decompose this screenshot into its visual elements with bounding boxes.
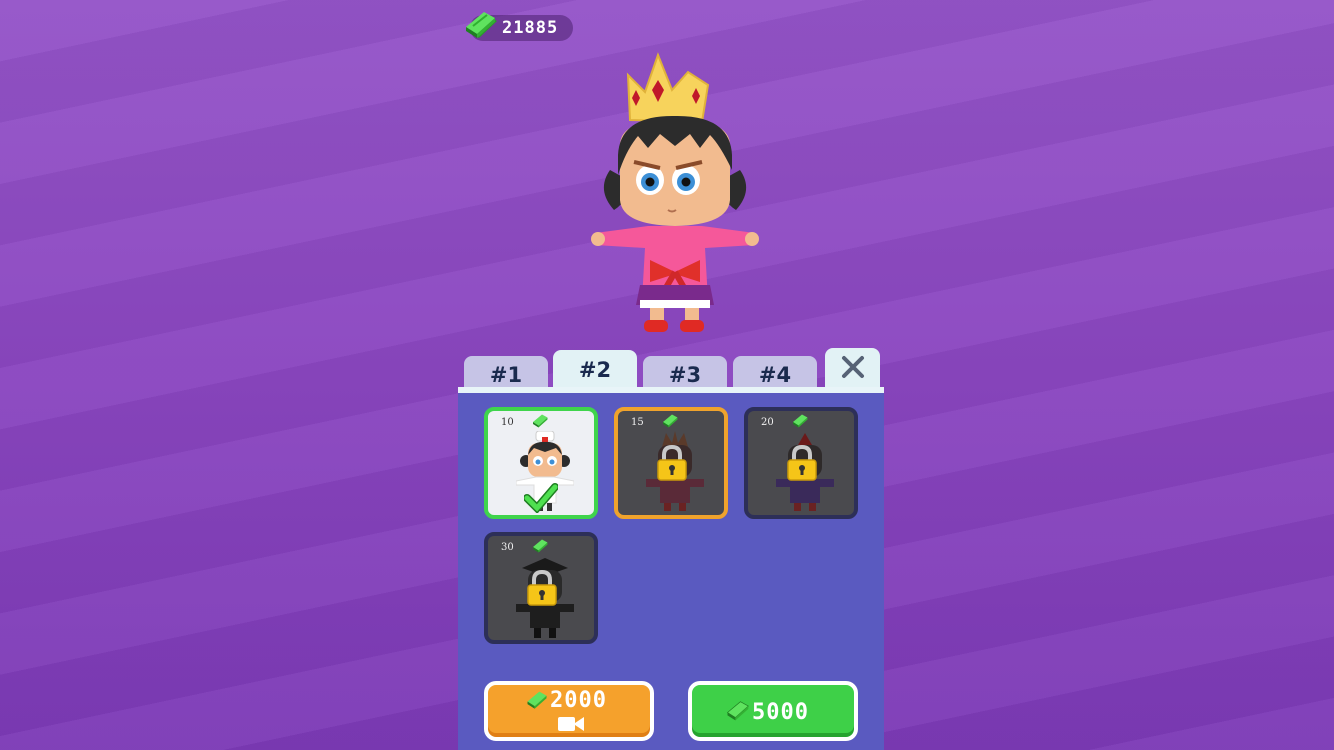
skin-item-3[interactable]: 20 — [744, 407, 858, 519]
skin-item-2[interactable]: 15 — [614, 407, 728, 519]
tab-4[interactable]: #4 — [733, 356, 817, 390]
check-icon — [523, 483, 559, 515]
buy-amount: 5000 — [752, 700, 809, 725]
cash-icon — [726, 701, 752, 724]
tab-2[interactable]: #2 — [553, 350, 637, 390]
close-icon — [841, 355, 865, 383]
cash-icon — [532, 414, 550, 430]
cash-icon — [464, 11, 500, 43]
lock-icon — [656, 444, 688, 485]
cash-icon — [792, 414, 810, 430]
lock-icon — [786, 444, 818, 485]
watch-video-unlock-button[interactable]: 2000 — [484, 681, 654, 741]
video-camera-icon — [558, 714, 584, 739]
cash-icon — [532, 539, 550, 555]
item-price: 10 — [501, 417, 514, 428]
lock-icon — [526, 569, 558, 610]
currency-display: 21885 — [466, 12, 573, 41]
item-price: 15 — [631, 417, 644, 428]
skin-item-1[interactable]: 10 — [484, 407, 598, 519]
item-price: 30 — [501, 542, 514, 553]
video-unlock-amount: 2000 — [550, 688, 607, 713]
currency-value: 21885 — [502, 18, 559, 38]
cash-icon — [526, 691, 550, 712]
cash-icon — [662, 414, 680, 430]
skin-item-4[interactable]: 30 — [484, 532, 598, 644]
buy-button[interactable]: 5000 — [688, 681, 858, 741]
character-preview — [590, 50, 760, 340]
tab-1[interactable]: #1 — [464, 356, 548, 390]
tab-3[interactable]: #3 — [643, 356, 727, 390]
close-button[interactable] — [825, 348, 880, 390]
item-price: 20 — [761, 417, 774, 428]
